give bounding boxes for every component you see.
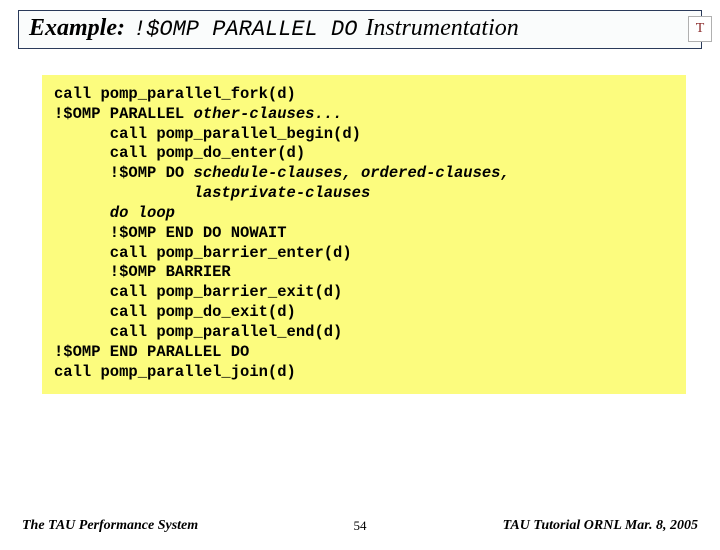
code-line: !$OMP END DO NOWAIT [54, 224, 287, 242]
code-line: call pomp_do_enter(d) [54, 144, 305, 162]
code-italic: other-clauses... [194, 105, 343, 123]
code-line: call pomp_parallel_join(d) [54, 363, 296, 381]
slide-title-bar: Example: !$OMP PARALLEL DO Instrumentati… [18, 10, 702, 49]
code-line: !$OMP DO [54, 164, 194, 182]
code-block: call pomp_parallel_fork(d) !$OMP PARALLE… [42, 75, 686, 394]
code-italic: schedule-clauses, ordered-clauses, [194, 164, 510, 182]
footer-right: TAU Tutorial ORNL Mar. 8, 2005 [503, 518, 698, 534]
slide-number: 54 [354, 518, 367, 534]
title-example-word: Example: [29, 15, 125, 42]
title-rest: Instrumentation [365, 15, 518, 42]
code-line: call pomp_barrier_exit(d) [54, 283, 342, 301]
code-italic: do loop [54, 204, 175, 222]
code-italic: lastprivate-clauses [54, 184, 370, 202]
code-line: call pomp_do_exit(d) [54, 303, 296, 321]
code-line: !$OMP PARALLEL [54, 105, 194, 123]
code-line: !$OMP BARRIER [54, 263, 231, 281]
footer-left: The TAU Performance System [22, 518, 198, 534]
code-line: call pomp_parallel_begin(d) [54, 125, 361, 143]
tau-logo: T [688, 16, 712, 42]
code-line: call pomp_barrier_enter(d) [54, 244, 352, 262]
code-line: call pomp_parallel_end(d) [54, 323, 342, 341]
slide-footer: The TAU Performance System 54 TAU Tutori… [0, 518, 720, 534]
title-code-fragment: !$OMP PARALLEL DO [133, 17, 357, 42]
code-line: call pomp_parallel_fork(d) [54, 85, 296, 103]
code-line: !$OMP END PARALLEL DO [54, 343, 249, 361]
